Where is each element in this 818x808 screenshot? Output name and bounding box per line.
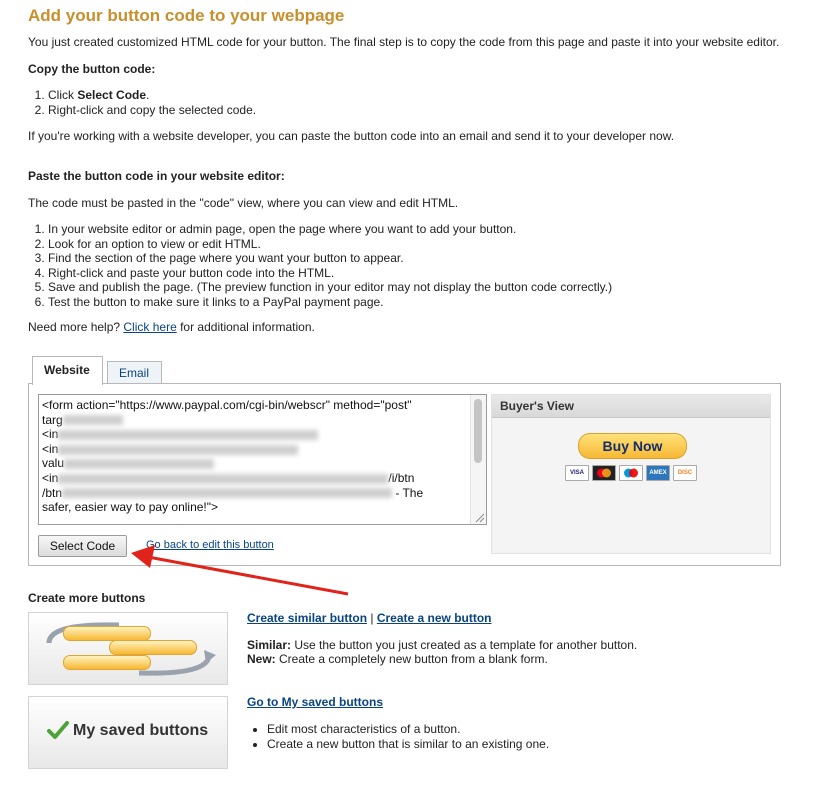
more-buttons-links: Create similar button | Create a new but… bbox=[247, 611, 492, 625]
tab-website[interactable]: Website bbox=[32, 356, 103, 385]
saved-buttons-link-wrap: Go to My saved buttons bbox=[247, 695, 383, 709]
buyers-view-panel: Buyer's View Buy Now VISA AMEX DISC bbox=[491, 394, 771, 554]
list-item: Right-click and paste your button code i… bbox=[48, 266, 612, 281]
buy-now-button[interactable]: Buy Now bbox=[578, 433, 687, 459]
new-description: New: Create a completely new button from… bbox=[247, 652, 548, 666]
more-buttons-heading: Create more buttons bbox=[28, 591, 146, 605]
similar-description: Similar: Use the button you just created… bbox=[247, 638, 638, 652]
list-item: Create a new button that is similar to a… bbox=[267, 737, 549, 752]
create-buttons-image bbox=[28, 612, 228, 685]
paste-steps: In your website editor or admin page, op… bbox=[28, 222, 612, 310]
saved-buttons-image: My saved buttons bbox=[28, 696, 228, 769]
create-similar-button-link[interactable]: Create similar button bbox=[247, 611, 367, 625]
resize-handle-icon[interactable] bbox=[473, 511, 485, 523]
copy-steps: Click Select Code. Right-click and copy … bbox=[28, 88, 256, 117]
buyers-view-title: Buyer's View bbox=[492, 395, 770, 418]
discover-icon: DISC bbox=[673, 465, 697, 481]
create-new-button-link[interactable]: Create a new button bbox=[377, 611, 492, 625]
visa-icon: VISA bbox=[565, 465, 589, 481]
code-scrollbar[interactable] bbox=[470, 395, 486, 524]
paste-intro: The code must be pasted in the "code" vi… bbox=[28, 196, 459, 210]
help-text: Need more help? Click here for additiona… bbox=[28, 320, 315, 334]
tab-email[interactable]: Email bbox=[107, 361, 162, 383]
copy-heading: Copy the button code: bbox=[28, 62, 156, 76]
page-title: Add your button code to your webpage bbox=[28, 6, 345, 25]
list-item: In your website editor or admin page, op… bbox=[48, 222, 612, 237]
maestro-icon bbox=[619, 465, 643, 481]
list-item: Test the button to make sure it links to… bbox=[48, 295, 612, 310]
developer-note: If you're working with a website develop… bbox=[28, 129, 675, 143]
code-textarea[interactable]: <form action="https://www.paypal.com/cgi… bbox=[38, 394, 487, 525]
list-item: Look for an option to view or edit HTML. bbox=[48, 237, 612, 252]
mastercard-icon bbox=[592, 465, 616, 481]
amex-icon: AMEX bbox=[646, 465, 670, 481]
help-link[interactable]: Click here bbox=[123, 320, 176, 334]
intro-text: You just created customized HTML code fo… bbox=[28, 35, 780, 49]
checkmark-icon bbox=[47, 721, 69, 739]
list-item: Click Select Code. bbox=[48, 88, 256, 103]
code-panel: <form action="https://www.paypal.com/cgi… bbox=[28, 383, 781, 566]
list-item: Right-click and copy the selected code. bbox=[48, 103, 256, 118]
button-code: <form action="https://www.paypal.com/cgi… bbox=[42, 398, 424, 515]
list-item: Edit most characteristics of a button. bbox=[267, 722, 549, 737]
list-item: Find the section of the page where you w… bbox=[48, 251, 612, 266]
list-item: Save and publish the page. (The preview … bbox=[48, 280, 612, 295]
saved-buttons-label: My saved buttons bbox=[73, 722, 209, 739]
saved-buttons-bullets: Edit most characteristics of a button. C… bbox=[247, 722, 549, 751]
paste-heading: Paste the button code in your website ed… bbox=[28, 169, 285, 183]
select-code-button[interactable]: Select Code bbox=[38, 535, 127, 557]
go-back-link[interactable]: Go back to edit this button bbox=[146, 539, 274, 551]
select-code-reference: Select Code bbox=[77, 88, 147, 102]
go-to-saved-buttons-link[interactable]: Go to My saved buttons bbox=[247, 695, 383, 709]
